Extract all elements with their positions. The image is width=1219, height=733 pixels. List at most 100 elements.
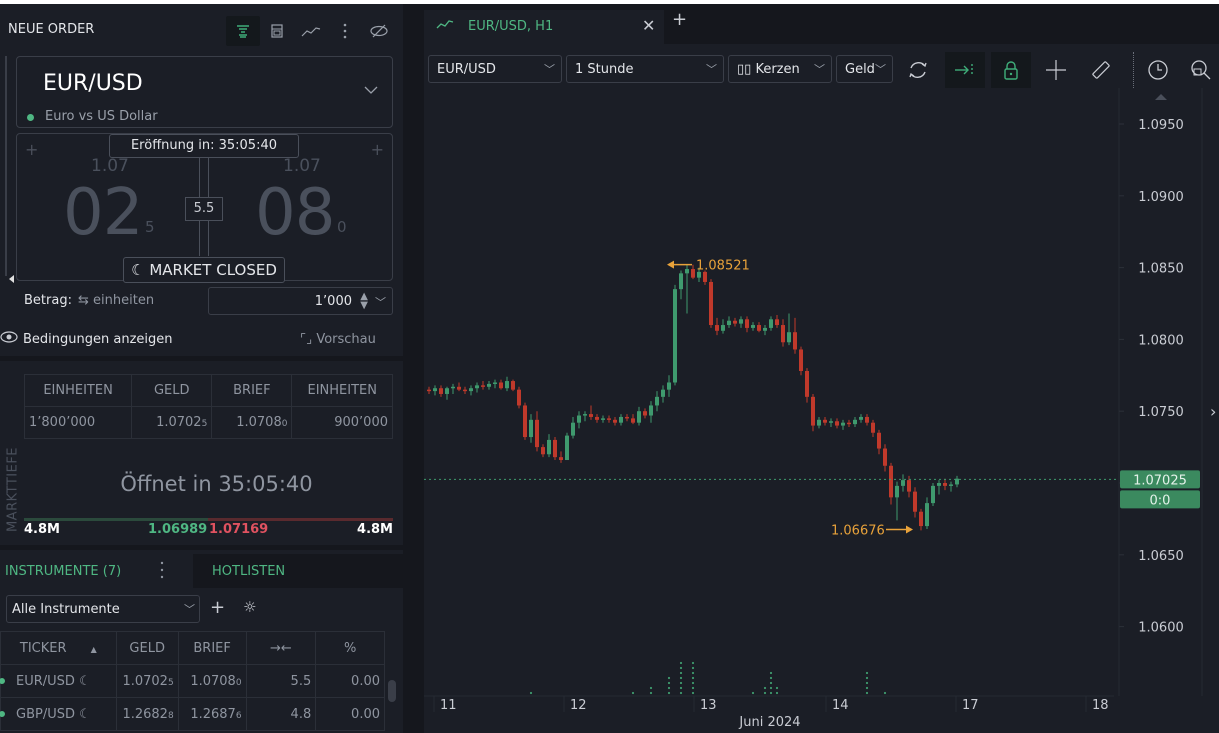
order-book-icon[interactable]	[226, 16, 260, 46]
instrument-selector[interactable]: EUR/USD Euro vs US Dollar	[16, 56, 393, 128]
change-cell: 0.00	[315, 664, 385, 698]
market-status-label: MARKET CLOSED	[149, 261, 277, 279]
chevron-down-icon[interactable]	[364, 83, 378, 98]
x-tick-label: 13	[700, 698, 717, 713]
close-icon[interactable]: ✕	[642, 16, 655, 35]
unit-toggle[interactable]: ⇆ einheiten	[78, 293, 154, 308]
y-tick-label: 1.0750	[1138, 405, 1184, 420]
volume-dot	[763, 686, 767, 690]
show-conditions-toggle[interactable]: Bedingungen anzeigen	[23, 332, 173, 347]
preview-button[interactable]: ⌜⌟ Vorschau	[300, 332, 376, 347]
instrument-tabs: INSTRUMENTE (7) HOTLISTEN	[0, 554, 403, 588]
candle-body	[895, 485, 899, 498]
depth-summary: 4.8M 1.06989 1.07169 4.8M	[24, 522, 393, 540]
timeframe-select[interactable]: 1 Stunde ﹀	[566, 55, 724, 83]
market-depth-table: EINHEITEN GELD BRIEF EINHEITEN 1’800’000…	[23, 374, 393, 439]
volume-dot	[691, 691, 695, 695]
chart-panel: EUR/USD, H1 ✕ + EUR/USD ﹀ 1 Stunde ﹀ ▯▯ Ke…	[424, 4, 1219, 733]
chart-line-icon[interactable]	[294, 16, 328, 46]
candle-body	[625, 416, 629, 419]
countdown-label: 0:0	[1150, 493, 1171, 508]
column-header[interactable]: BRIEF	[177, 631, 247, 665]
volume-dot	[679, 691, 683, 695]
ask-main: 1.0708	[236, 415, 282, 430]
candle-body	[499, 382, 503, 389]
add-tab-icon[interactable]: +	[672, 9, 687, 30]
tab-instruments[interactable]: INSTRUMENTE (7)	[0, 554, 193, 588]
zoom-search-icon[interactable]	[1181, 52, 1219, 88]
candle-body	[457, 386, 461, 390]
candle-body	[709, 281, 713, 326]
column-header-ticker[interactable]: TICKER ▲	[0, 631, 117, 665]
ask-fraction: 0	[337, 218, 347, 236]
more-vertical-icon[interactable]	[328, 16, 362, 46]
candle-body	[451, 386, 455, 389]
column-header[interactable]: GELD	[115, 631, 179, 665]
candle-body	[775, 319, 779, 326]
candle-body	[637, 411, 641, 423]
bid-volume: 4.8M	[24, 522, 60, 537]
x-tick-label: 12	[570, 698, 587, 713]
candle-body	[685, 269, 689, 274]
candlestick-chart[interactable]: 1.09501.09001.08501.08001.07501.07001.06…	[424, 88, 1219, 733]
candle-body	[619, 416, 623, 423]
timeframe-value: 1 Stunde	[575, 62, 634, 77]
brightness-icon[interactable]: ☼	[243, 598, 256, 616]
eye-icon[interactable]	[0, 331, 18, 347]
conditions-row: Bedingungen anzeigen ⌜⌟ Vorschau	[0, 326, 403, 354]
chevron-down-icon[interactable]: ﹀	[375, 294, 386, 310]
volume-dot	[529, 691, 533, 695]
collapse-arrow-icon[interactable]	[9, 275, 14, 283]
column-header[interactable]: %	[315, 631, 385, 665]
volume-dot	[691, 661, 695, 665]
amount-input[interactable]: 1’000 ▲ ▼ ﹀	[208, 287, 393, 315]
column-header[interactable]: →←	[245, 631, 317, 665]
price-axis	[1119, 88, 1219, 696]
lock-icon[interactable]	[991, 52, 1031, 88]
more-vertical-icon[interactable]	[160, 560, 164, 584]
high-arrow-head	[667, 260, 674, 269]
symbol-select[interactable]: EUR/USD ﹀	[428, 55, 562, 83]
table-row[interactable]: EUR/USD ☾ 1.07025 1.07080 5.5 0.00	[0, 664, 385, 698]
candle-body	[475, 385, 479, 389]
change-cell: 0.00	[315, 697, 385, 731]
hide-eye-icon[interactable]	[362, 16, 396, 46]
crosshair-icon[interactable]	[1036, 52, 1076, 88]
plus-icon[interactable]: +	[371, 140, 384, 159]
low-arrow-head	[906, 525, 913, 534]
instrument-filter-select[interactable]: Alle Instrumente ﹀	[6, 595, 200, 623]
ruler-icon[interactable]	[1081, 52, 1121, 88]
add-instrument-icon[interactable]: +	[210, 597, 225, 618]
price-type-select[interactable]: Geld ﹀	[836, 55, 893, 83]
preview-label: Vorschau	[316, 332, 376, 347]
scrollbar[interactable]	[388, 680, 396, 702]
volume-dot	[631, 691, 635, 695]
column-header: EINHEITEN	[23, 374, 133, 407]
chevron-down-icon: ﹀	[706, 63, 717, 76]
ask-main: 1.2687	[190, 706, 236, 722]
bid-main: 1.2682	[122, 706, 168, 722]
candle-body	[655, 396, 659, 406]
scroll-to-latest-icon[interactable]	[945, 52, 985, 88]
bid-cell: 1.26828	[115, 697, 179, 731]
candle-body	[805, 370, 809, 397]
table-row[interactable]: GBP/USD ☾ 1.26828 1.26876 4.8 0.00	[0, 697, 385, 731]
chart-tab[interactable]: EUR/USD, H1 ✕	[424, 10, 664, 44]
volume-dot	[679, 676, 683, 680]
refresh-icon[interactable]	[898, 52, 938, 88]
candle-body	[607, 418, 611, 420]
low-label: 1.06676	[831, 524, 885, 539]
chart-tab-label: EUR/USD, H1	[468, 19, 554, 34]
x-tick-label: 18	[1092, 698, 1109, 713]
stepper-icon[interactable]: ▲ ▼	[360, 292, 368, 311]
tab-hotlists[interactable]: HOTLISTEN	[193, 554, 403, 588]
chart-type-select[interactable]: ▯▯ Kerzen ﹀	[728, 55, 832, 83]
plus-icon[interactable]: +	[25, 140, 38, 159]
bid-frac: 5	[201, 419, 208, 429]
clock-icon[interactable]	[1138, 52, 1178, 88]
candle-body	[931, 485, 935, 504]
calculator-icon[interactable]	[260, 16, 294, 46]
candle-body	[523, 405, 527, 438]
candle-body	[853, 419, 857, 425]
toolbar-separator	[1133, 52, 1134, 92]
